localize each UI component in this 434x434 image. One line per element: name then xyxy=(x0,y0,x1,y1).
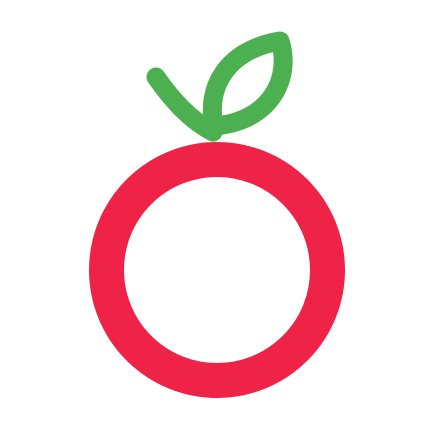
app-canvas xyxy=(0,0,434,434)
apple-ring-with-leaf-icon xyxy=(89,31,345,398)
apple-ring xyxy=(89,142,345,398)
leaf-outline xyxy=(202,31,293,136)
